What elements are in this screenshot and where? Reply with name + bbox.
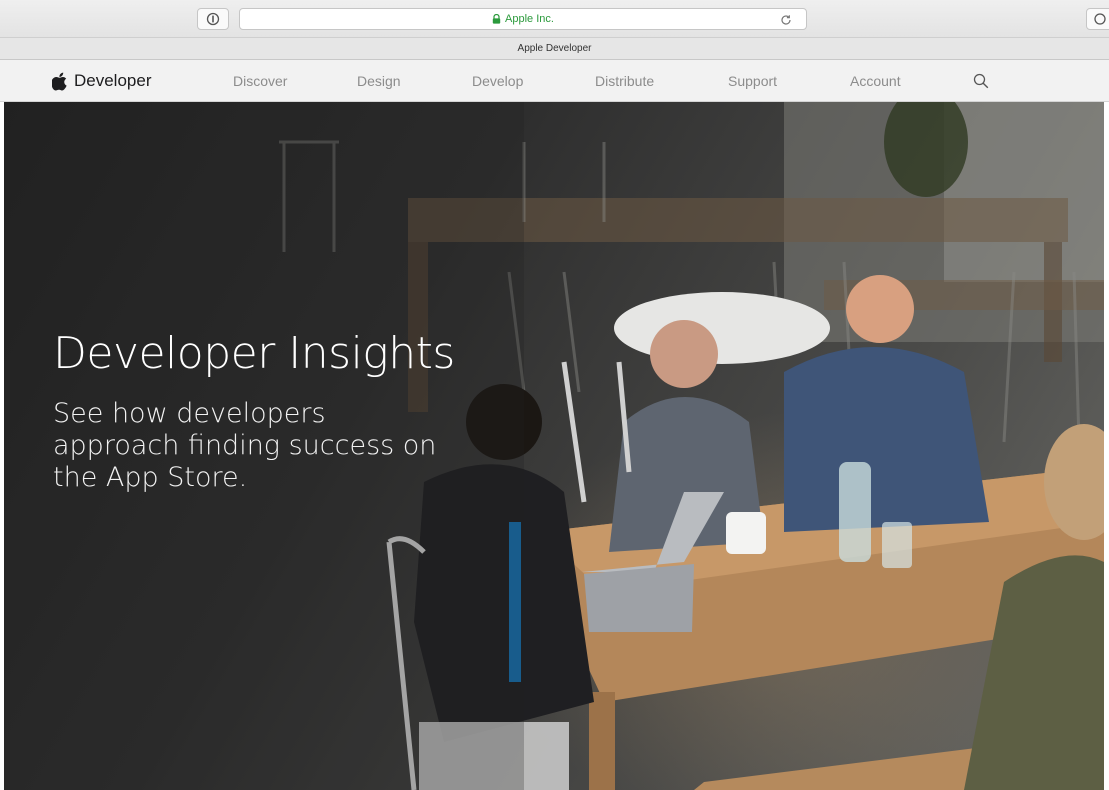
hero-title: Developer Insights bbox=[53, 328, 455, 379]
address-bar[interactable]: Apple Inc. bbox=[239, 8, 807, 30]
hero-banner[interactable]: Developer Insights See how developers ap… bbox=[4, 102, 1104, 790]
nav-item-design[interactable]: Design bbox=[357, 60, 401, 102]
reader-icon bbox=[206, 12, 220, 26]
share-icon bbox=[1094, 13, 1106, 25]
lock-icon bbox=[492, 14, 501, 24]
nav-item-account[interactable]: Account bbox=[850, 60, 901, 102]
nav-item-distribute[interactable]: Distribute bbox=[595, 60, 654, 102]
hero-subtitle: See how developers approach finding succ… bbox=[53, 398, 437, 493]
share-button[interactable] bbox=[1086, 8, 1109, 30]
brand-text: Developer bbox=[74, 71, 152, 90]
nav-item-develop[interactable]: Develop bbox=[472, 60, 523, 102]
apple-logo-icon bbox=[52, 72, 67, 90]
brand-link[interactable]: Developer bbox=[52, 60, 152, 102]
tab-title: Apple Developer bbox=[517, 43, 592, 54]
nav-item-discover[interactable]: Discover bbox=[233, 60, 287, 102]
site-navigation: Developer Discover Design Develop Distri… bbox=[0, 60, 1109, 102]
reader-button[interactable] bbox=[197, 8, 229, 30]
reload-button[interactable] bbox=[778, 12, 794, 28]
address-text: Apple Inc. bbox=[505, 13, 554, 25]
browser-tab[interactable]: Apple Developer bbox=[0, 38, 1109, 60]
browser-toolbar: Apple Inc. bbox=[0, 0, 1109, 38]
search-icon[interactable] bbox=[973, 73, 989, 89]
nav-item-support[interactable]: Support bbox=[728, 60, 777, 102]
reload-icon bbox=[781, 15, 791, 25]
